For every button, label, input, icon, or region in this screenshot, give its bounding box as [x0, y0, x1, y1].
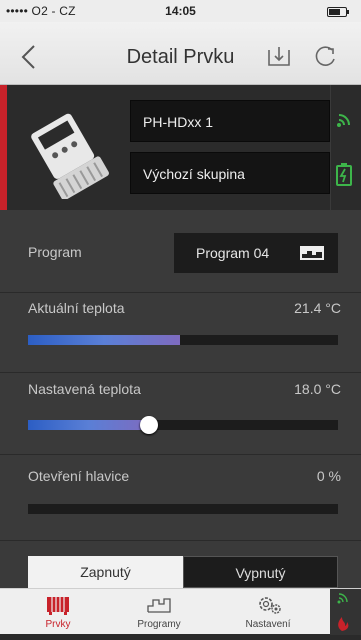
- device-header: PH-HDxx 1 Výchozí skupina: [0, 85, 361, 210]
- current-temp-fill: [28, 335, 180, 345]
- valve-value: 0 %: [316, 468, 341, 484]
- page-title: Detail Prvku: [126, 46, 235, 68]
- tab-programy[interactable]: Programy: [119, 589, 199, 635]
- thermostat-head-icon: [31, 113, 109, 199]
- device-group-field[interactable]: Výchozí skupina: [130, 152, 330, 194]
- program-value: Program 04: [196, 245, 270, 261]
- tab-side-panel: [330, 589, 361, 635]
- program-label: Program: [28, 244, 82, 260]
- program-select[interactable]: Program 04: [174, 233, 338, 273]
- signal-icon: [337, 114, 350, 127]
- battery-icon: [327, 7, 349, 17]
- tab-label: Programy: [137, 619, 181, 630]
- row-divider: [0, 540, 361, 541]
- gears-icon: [259, 597, 281, 614]
- program-chart-icon: [147, 598, 171, 613]
- row-divider: [0, 292, 361, 293]
- toggle-off-button[interactable]: Vypnutý: [183, 556, 338, 588]
- status-time: 14:05: [165, 4, 196, 18]
- side-divider: [330, 85, 331, 210]
- tab-label: Prvky: [45, 619, 71, 630]
- toggle-on-button[interactable]: Zapnutý: [28, 556, 183, 588]
- battery-charging-icon: [336, 163, 352, 186]
- set-temp-fill: [28, 420, 149, 430]
- tab-bar: Prvky Programy Nastavení: [0, 588, 361, 635]
- set-temp-label: Nastavená teplota: [28, 381, 141, 397]
- power-toggle: Zapnutý Vypnutý: [28, 556, 338, 588]
- nav-bar: Detail Prvku: [0, 22, 361, 109]
- tab-label: Nastavení: [245, 619, 291, 630]
- current-temp-value: 21.4 °C: [294, 300, 341, 316]
- tab-prvky[interactable]: Prvky: [18, 589, 98, 635]
- set-temp-value: 18.0 °C: [294, 381, 341, 397]
- settings-panel: Program Program 04 Aktuální teplota 21.4…: [0, 210, 361, 588]
- download-icon[interactable]: [266, 44, 292, 70]
- valve-bar: [28, 504, 338, 514]
- refresh-icon[interactable]: [312, 44, 338, 70]
- radiator-icon: [47, 597, 69, 615]
- status-bar: ••••• O2 - CZ 14:05: [0, 0, 361, 22]
- accent-bar: [0, 85, 7, 210]
- set-temp-slider-knob[interactable]: [139, 416, 158, 434]
- set-temp-slider[interactable]: [28, 420, 338, 430]
- valve-label: Otevření hlavice: [28, 468, 130, 484]
- tab-nastaveni[interactable]: Nastavení: [228, 589, 308, 635]
- row-divider: [0, 454, 361, 455]
- current-temp-bar: [28, 335, 338, 345]
- row-divider: [0, 372, 361, 373]
- program-graph-icon: [300, 246, 324, 260]
- device-name-field[interactable]: PH-HDxx 1: [130, 100, 330, 142]
- current-temp-label: Aktuální teplota: [28, 300, 125, 316]
- signal-flame-icon: [337, 593, 349, 631]
